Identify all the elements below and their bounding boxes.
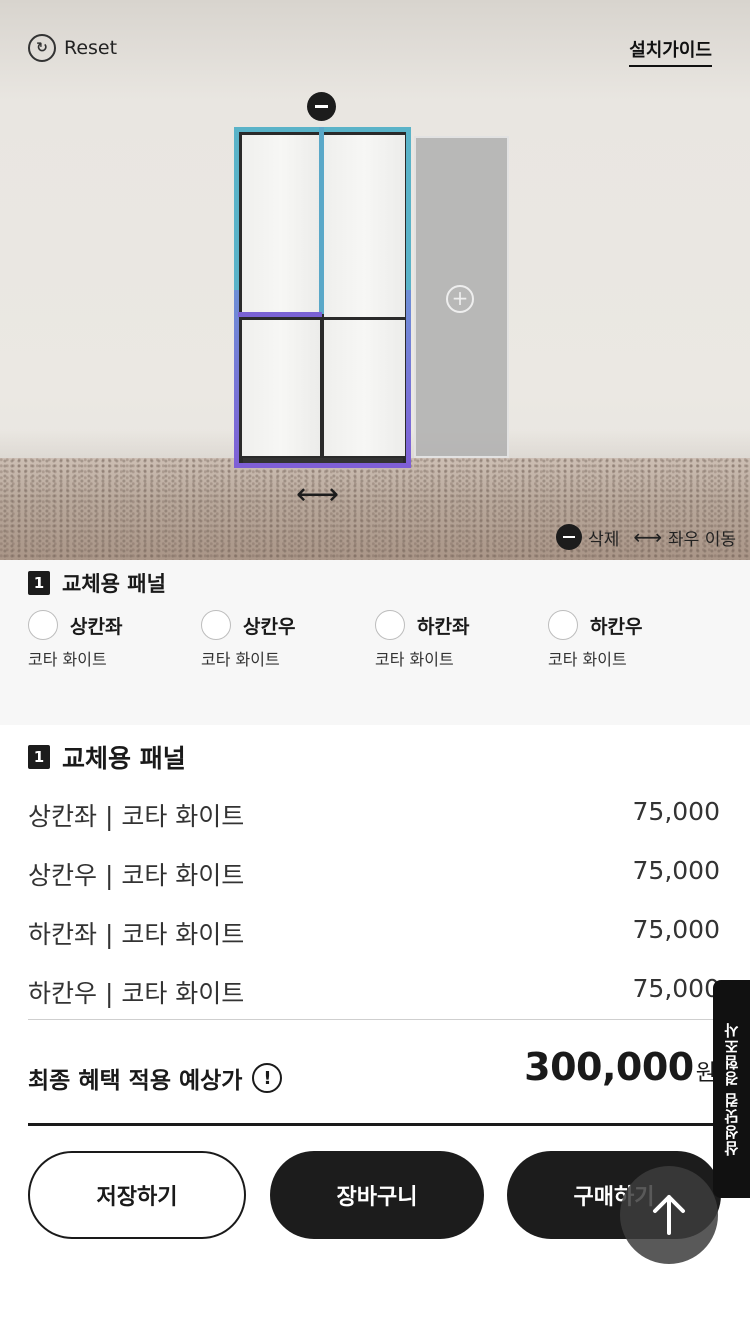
remove-fridge-button[interactable] [307,92,336,121]
total-price: 300,000 원 [524,1045,716,1089]
option-color: 코타 화이트 [28,650,107,669]
survey-side-tab[interactable]: 삼성닷컴 경험조사 [713,980,750,1198]
summary-row-label: 하칸좌 | 코타 화이트 [28,920,245,949]
divider-bold [28,1123,720,1126]
summary-title: 교체용 패널 [62,744,186,773]
horizontal-arrow-icon: ⟷ [633,525,663,549]
legend-move-label: 좌우 이동 [668,529,736,550]
panel-options-section: 1 교체용 패널 상칸좌 코타 화이트 상칸우 코타 화이트 하칸좌 코타 화이… [0,560,750,725]
option-upper-right[interactable]: 상칸우 코타 화이트 [201,610,361,670]
info-icon[interactable]: ! [252,1063,283,1093]
scene-legend: 삭제 ⟷ 좌우 이동 [556,524,736,550]
save-button[interactable]: 저장하기 [28,1151,246,1239]
arrow-up-icon [653,1195,685,1235]
add-fridge-slot[interactable]: + [414,136,509,458]
panel-lower-right[interactable] [324,320,405,456]
option-name: 상칸우 [243,615,296,638]
radio-button[interactable] [548,610,578,640]
reset-label: Reset [64,37,118,59]
option-lower-right[interactable]: 하칸우 코타 화이트 [548,610,708,670]
summary-header: 1 교체용 패널 [28,739,186,775]
summary-row: 상칸좌 | 코타 화이트 75,000 [28,797,720,833]
reset-icon: ↻ [28,34,56,62]
summary-row: 하칸좌 | 코타 화이트 75,000 [28,915,720,951]
total-price-label: 최종 혜택 적용 예상가 ! [28,1061,283,1095]
option-name: 하칸좌 [417,615,470,638]
option-color: 코타 화이트 [548,650,627,669]
summary-row-label: 상칸좌 | 코타 화이트 [28,802,245,831]
legend-remove-label: 삭제 [588,529,620,550]
summary-row: 하칸우 | 코타 화이트 75,000 [28,974,720,1010]
scroll-to-top-button[interactable] [620,1166,718,1264]
panel-upper-right[interactable] [324,135,405,317]
install-guide-link[interactable]: 설치가이드 [629,36,712,67]
summary-row-price: 75,000 [632,797,720,826]
reset-button[interactable]: ↻ Reset [28,34,117,62]
summary-row-label: 하칸우 | 코타 화이트 [28,979,245,1008]
summary-row-label: 상칸우 | 코타 화이트 [28,861,245,890]
option-color: 코타 화이트 [201,650,280,669]
panel-upper-left[interactable] [242,135,320,317]
summary-row-price: 75,000 [632,856,720,885]
survey-tab-label: 삼성닷컴 경험조사 [723,1021,741,1157]
option-name: 하칸우 [590,615,643,638]
radio-button[interactable] [28,610,58,640]
fridge-configurator-canvas: ↻ Reset 설치가이드 + ⟷ 삭제 ⟷ 좌우 이동 [0,0,750,560]
summary-row-price: 75,000 [632,974,720,1003]
total-price-value: 300,000 [524,1045,694,1089]
option-name: 상칸좌 [70,615,123,638]
summary-row: 상칸우 | 코타 화이트 75,000 [28,856,720,892]
option-lower-left[interactable]: 하칸좌 코타 화이트 [375,610,535,670]
panel-lower-left[interactable] [242,320,320,456]
cart-button[interactable]: 장바구니 [270,1151,484,1239]
step-number-badge: 1 [28,571,50,595]
summary-row-price: 75,000 [632,915,720,944]
move-horizontal-handle[interactable]: ⟷ [296,480,339,510]
plus-icon: + [446,285,474,313]
option-color: 코타 화이트 [375,650,454,669]
step-number-badge: 1 [28,745,50,769]
minus-icon [556,524,583,550]
radio-button[interactable] [375,610,405,640]
option-upper-left[interactable]: 상칸좌 코타 화이트 [28,610,188,670]
options-title: 교체용 패널 [62,572,166,596]
divider [28,1019,720,1020]
options-header: 1 교체용 패널 [28,568,166,598]
total-label-text: 최종 혜택 적용 예상가 [28,1068,243,1094]
fridge-base [243,458,403,464]
radio-button[interactable] [201,610,231,640]
refrigerator [238,131,409,464]
